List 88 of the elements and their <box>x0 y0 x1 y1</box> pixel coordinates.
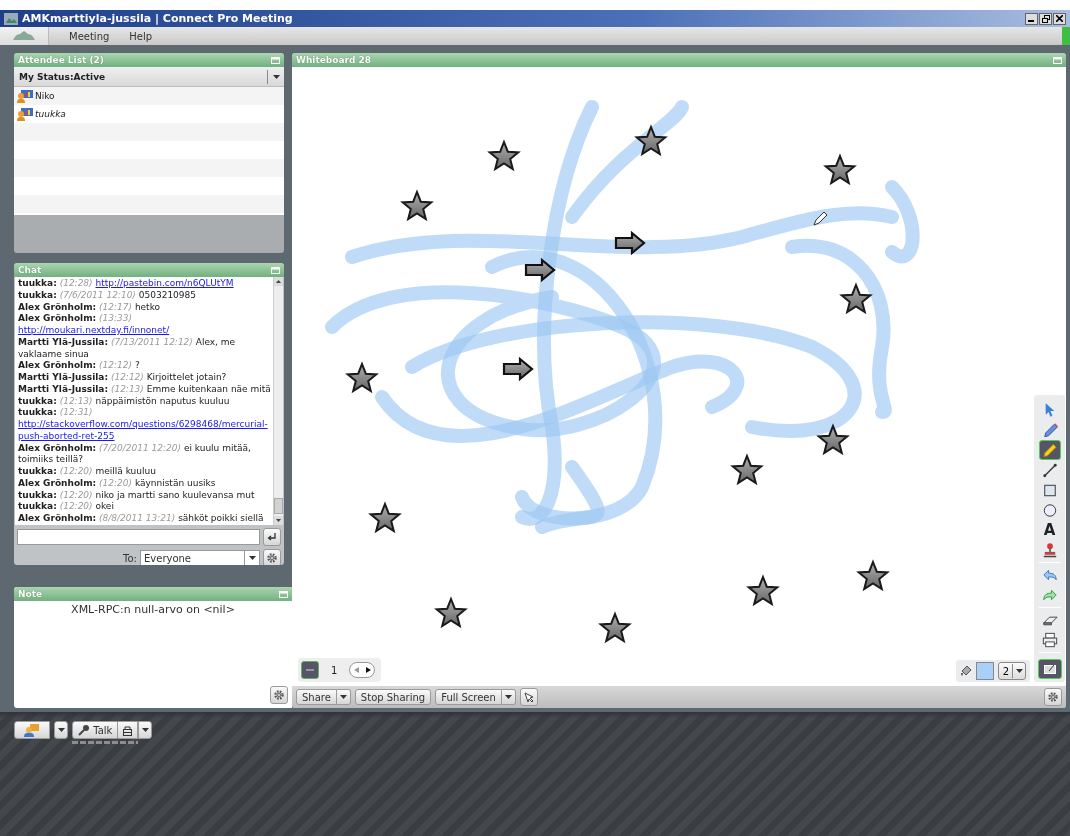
chat-message: Martti Ylä-Jussila: (12:12) Kirjoittelet jotain? <box>18 372 228 384</box>
chat-link[interactable]: http://moukari.nextday.fi/innonet/ <box>18 325 170 337</box>
recipient-dropdown[interactable]: Everyone <box>140 550 260 565</box>
status-label: My Status:Active <box>19 71 106 82</box>
line-width-dropdown[interactable]: 2 <box>997 662 1026 680</box>
pointer-button[interactable] <box>519 688 538 706</box>
panel-title: Chat <box>18 265 42 275</box>
settings-button[interactable] <box>270 686 288 704</box>
chat-message: Alex Grönholm: (7/20/2011 12:20) ei kuulu mitää, toimiiks teillä? <box>18 442 252 466</box>
snapshot-button[interactable] <box>1037 659 1062 679</box>
remove-page-button[interactable] <box>301 661 319 679</box>
chat-message: tuukka: (12:20) okei <box>18 501 115 513</box>
menu-item[interactable]: Meeting <box>69 30 110 42</box>
gear-icon <box>1047 691 1059 703</box>
app-icon <box>4 12 18 25</box>
caret-icon <box>272 74 280 79</box>
caret-icon <box>248 556 256 560</box>
close-button[interactable] <box>1053 12 1066 25</box>
chat-message: tuukka: (12:31) <box>18 407 93 418</box>
camera-button[interactable] <box>14 721 50 739</box>
talk-menu-button[interactable] <box>138 721 153 739</box>
left-triangle-icon <box>353 667 359 673</box>
pen-on-screen-icon <box>1043 664 1056 674</box>
settings-button[interactable] <box>263 549 281 565</box>
chat-message: Alex Grönholm: (12:12) ? <box>18 360 141 372</box>
pointer-icon <box>522 691 535 703</box>
caret-icon <box>57 728 65 732</box>
attendee-icon <box>17 89 33 103</box>
chat-message: Alex Grönholm: (8/8/2011 13:21) sähköt poikki siellä <box>18 513 265 525</box>
color-swatch[interactable] <box>975 662 994 680</box>
share-button[interactable]: Share <box>296 689 337 705</box>
stop-sharing-button[interactable]: Stop Sharing <box>354 689 432 705</box>
right-triangle-icon <box>365 667 371 673</box>
enter-icon <box>267 532 277 542</box>
caret-icon <box>141 728 149 732</box>
text-tool[interactable]: A <box>1038 520 1061 540</box>
window-title: AMKmarttiyla-jussila | Connect Pro Meeting <box>22 12 294 25</box>
scroll-up-icon[interactable] <box>276 280 281 283</box>
page-number: 1 <box>331 664 338 676</box>
panel-title: Whiteboard 28 <box>296 55 372 65</box>
full-screen-button[interactable]: Full Screen <box>435 689 502 705</box>
highlighter-tool[interactable] <box>1038 440 1061 460</box>
note-text: XML-RPC:n null-arvo on <nil> <box>71 603 235 616</box>
menu-item[interactable]: Help <box>129 30 153 42</box>
camera-menu-button[interactable] <box>54 721 68 739</box>
send-button[interactable] <box>263 528 281 546</box>
chat-message: tuukka: (7/6/2011 12:10) 0503210985 <box>18 289 197 302</box>
chat-message: tuukka: (12:28) <box>18 278 93 288</box>
chat-message: tuukka: (12:20) meillä kuuluu <box>18 466 157 478</box>
gear-icon <box>266 552 278 564</box>
chat-message: Martti Ylä-Jussila: (12:13) Emme kuitenkaan näe mitä <box>18 383 272 396</box>
mic-level-meter <box>72 741 138 744</box>
gear-icon <box>273 689 285 701</box>
lock-icon <box>123 724 133 736</box>
caret-icon <box>339 695 347 699</box>
chat-link[interactable]: http://stackoverflow.com/questions/6298468/mercurial-push-aborted-ret-255 <box>18 419 272 443</box>
scroll-down-icon[interactable] <box>276 519 281 522</box>
lock-button[interactable] <box>118 721 139 739</box>
microphone-icon <box>78 724 90 736</box>
attendee-icon <box>17 107 33 121</box>
chat-message: Alex Grönholm: (12:20) käynnistän uusiks <box>18 477 217 490</box>
scrollbar-thumb[interactable] <box>274 498 283 514</box>
chat-message: tuukka: (12:20) niko ja martti sano kuulevansa mut <box>18 489 256 502</box>
chat-message: tuukka: (12:13) näppäimistön naputus kuuluu <box>18 395 231 408</box>
connection-indicator <box>1062 27 1070 45</box>
scrollbar[interactable] <box>273 277 283 525</box>
chat-message: Martti Ylä-Jussila: (7/13/2011 12:12) Alex, me vaklaame sinua <box>18 336 237 361</box>
talk-button[interactable]: Talk <box>72 721 119 739</box>
settings-button[interactable] <box>1044 688 1062 706</box>
minus-icon <box>306 669 314 671</box>
restore-button[interactable] <box>1039 12 1052 25</box>
caret-icon <box>504 695 512 699</box>
person-icon <box>24 723 40 737</box>
chat-message: Alex Grönholm: (12:17) hetko <box>18 301 162 314</box>
close-icon <box>1056 15 1063 22</box>
chat-message: Alex Grönholm: (13:33) <box>18 313 132 324</box>
attendee-name[interactable]: tuukka <box>35 109 66 119</box>
chat-link[interactable]: http://pastebin.com/n6QLUtYM <box>95 278 234 290</box>
restore-icon <box>1041 14 1050 23</box>
attendee-name[interactable]: Niko <box>35 91 55 101</box>
message-input[interactable] <box>17 529 260 545</box>
caret-icon <box>1015 669 1023 673</box>
panel-title: Attendee List (2) <box>18 55 104 65</box>
fill-icon <box>959 664 972 678</box>
pencil-cursor-icon <box>813 211 828 226</box>
panel-title: Note <box>18 589 43 599</box>
recipient-label: To: <box>123 552 137 564</box>
minimize-button[interactable] <box>1025 12 1038 25</box>
